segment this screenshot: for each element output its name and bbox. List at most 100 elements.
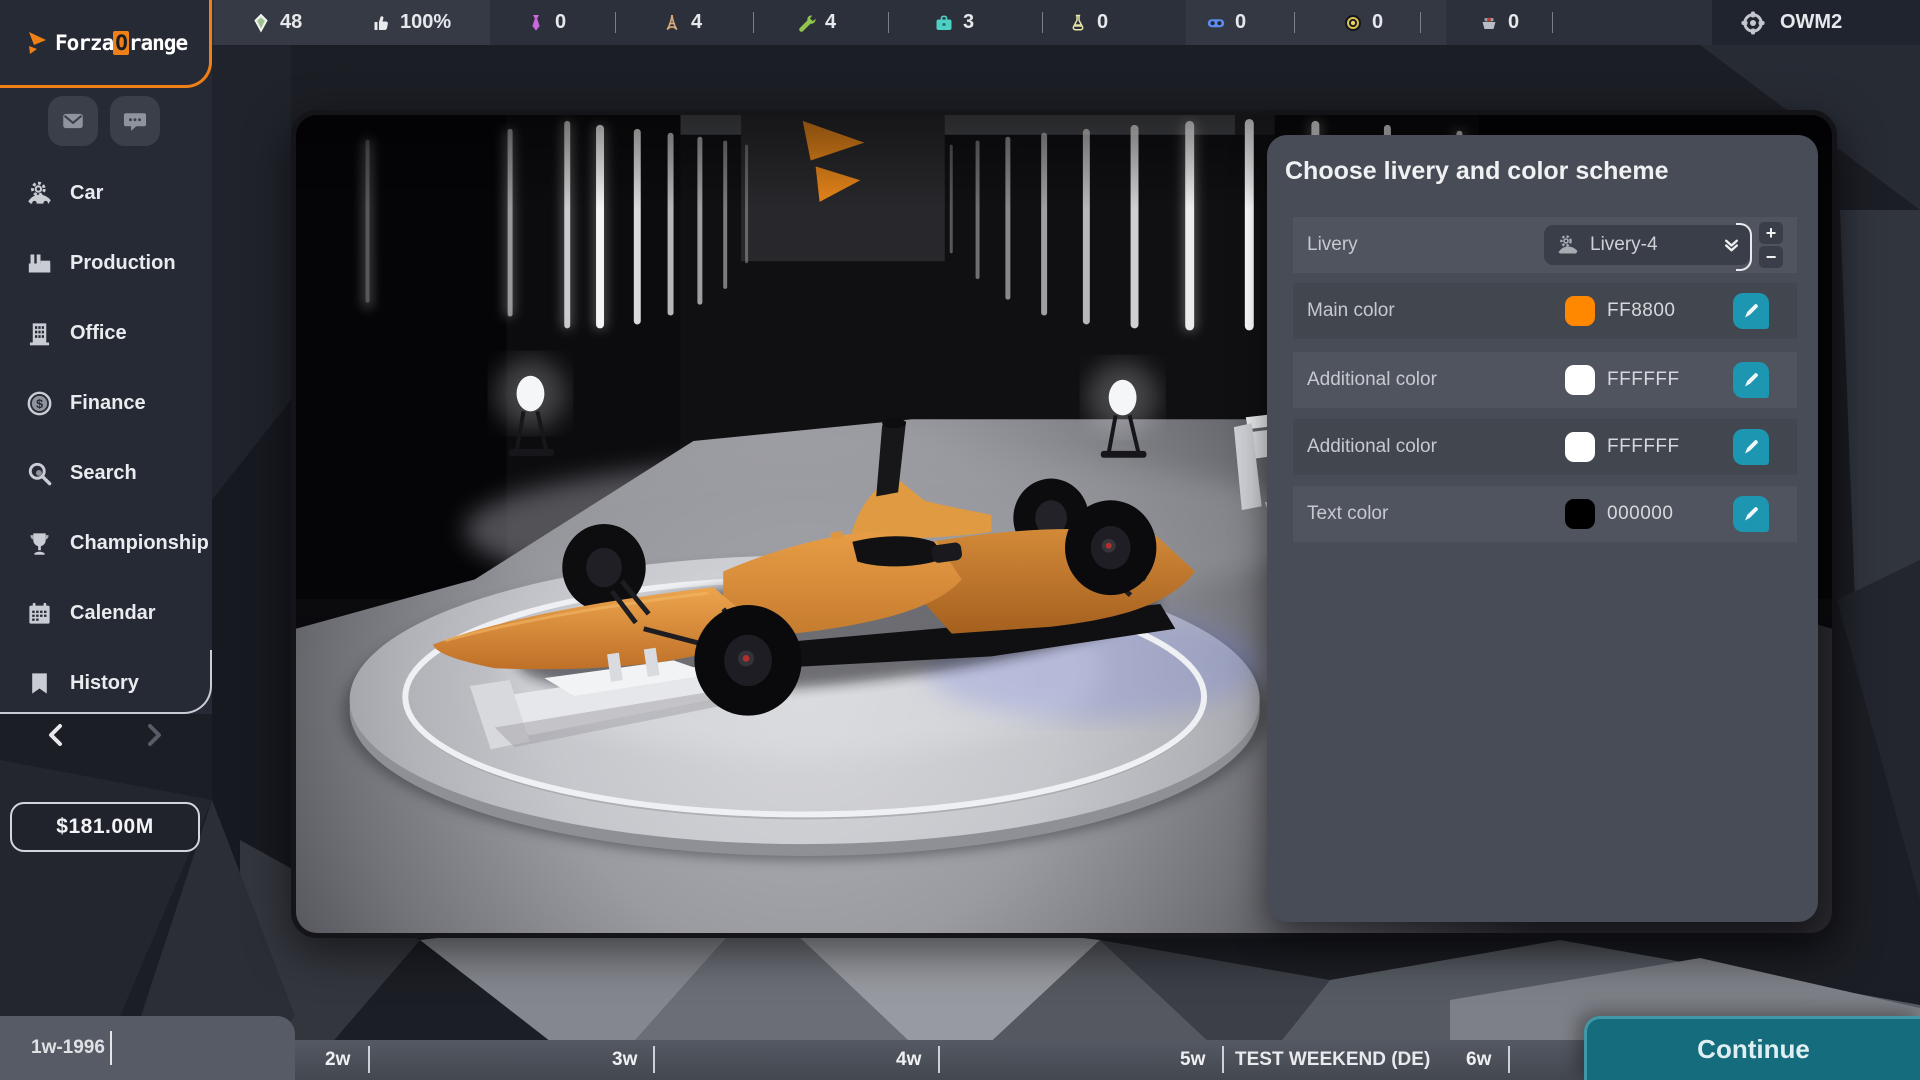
stat-engineers: 4 [662, 0, 702, 45]
color-hex-value: FFFFFF [1607, 369, 1680, 390]
sidebar-item-finance[interactable]: $ Finance [0, 368, 212, 438]
car-gear-icon [1556, 233, 1580, 257]
week-label: 3w [612, 1049, 638, 1070]
stat-value: 4 [691, 11, 703, 33]
sidebar-item-championship[interactable]: Championship [0, 508, 212, 578]
color-hex-value: FFFFFF [1607, 436, 1680, 457]
sidebar-item-label: Championship [70, 531, 209, 554]
mail-button[interactable] [48, 96, 98, 146]
budget-display: $181.00M [10, 802, 200, 852]
stat-value: 100% [400, 11, 452, 33]
chat-icon [122, 108, 148, 134]
tire-icon [1343, 13, 1363, 33]
color-row-additional-1: Additional color FFFFFF [1293, 352, 1797, 408]
stat-value: 0 [1372, 11, 1384, 33]
week-tick [1222, 1046, 1224, 1073]
continue-button[interactable]: Continue [1584, 1016, 1920, 1080]
livery-increase-button[interactable]: + [1759, 222, 1783, 244]
week-label: 6w [1466, 1049, 1492, 1070]
sidebar-item-label: Production [70, 251, 176, 274]
stat-sponsors: 0 [526, 0, 566, 45]
sidebar-item-label: Finance [70, 391, 146, 414]
mail-icon [60, 108, 86, 134]
color-swatch[interactable] [1565, 296, 1595, 326]
svg-text:$: $ [36, 397, 43, 411]
stat-drivers: 0 [1206, 0, 1246, 45]
livery-stepper: + − [1759, 222, 1783, 268]
orange-arrow-icon [26, 30, 48, 56]
sidebar-item-label: Search [70, 461, 137, 484]
row-label: Main color [1307, 300, 1395, 321]
sidebar-nav: Car Production Office $ Finance Search C… [0, 158, 212, 718]
week-tick [1508, 1046, 1510, 1073]
sidebar-item-production[interactable]: Production [0, 228, 212, 298]
stat-separator [1420, 12, 1421, 33]
color-row-text: Text color 000000 [1293, 486, 1797, 542]
edit-color-button[interactable] [1733, 293, 1769, 329]
gem-icon [251, 13, 271, 33]
sidebar-item-car[interactable]: Car [0, 158, 212, 228]
stat-separator [888, 12, 889, 33]
stat-tires: 0 [1343, 0, 1383, 45]
nav-back-button[interactable] [38, 718, 72, 752]
week-tick [368, 1046, 370, 1073]
sidebar-item-label: History [70, 671, 139, 694]
livery-decrease-button[interactable]: − [1759, 246, 1783, 268]
stat-value: 0 [1508, 11, 1520, 33]
sidebar-item-history[interactable]: History [0, 648, 212, 718]
stat-research: 0 [1068, 0, 1108, 45]
stat-gems: 48 [251, 0, 302, 45]
chat-button[interactable] [110, 96, 160, 146]
car-icon [26, 180, 53, 207]
edit-color-button[interactable] [1733, 362, 1769, 398]
thumbs-up-icon [371, 13, 391, 33]
stat-value: 3 [963, 11, 975, 33]
sidebar-item-label: Car [70, 181, 104, 204]
user-profile-button[interactable]: OWM2 [1712, 0, 1920, 45]
week-tick [653, 1046, 655, 1073]
color-row-additional-2: Additional color FFFFFF [1293, 419, 1797, 475]
app-window: 48 100% 0 4 4 3 0 0 0 0 OWM2 ForzaOrange… [0, 0, 1920, 1080]
logo-text: ForzaOrange [55, 30, 188, 55]
sidebar-item-office[interactable]: Office [0, 298, 212, 368]
stat-separator [753, 12, 754, 33]
color-swatch[interactable] [1565, 365, 1595, 395]
stat-value: 0 [1097, 11, 1109, 33]
week-label: 4w [896, 1049, 922, 1070]
stat-value: 4 [825, 11, 837, 33]
stat-mechanics: 4 [796, 0, 836, 45]
sidebar-item-search[interactable]: Search [0, 438, 212, 508]
edit-color-button[interactable] [1733, 496, 1769, 532]
factory-icon [26, 250, 53, 277]
row-label: Livery [1307, 234, 1358, 255]
stat-approval: 100% [371, 0, 451, 45]
sidebar-item-calendar[interactable]: Calendar [0, 578, 212, 648]
stat-value: 0 [1235, 11, 1247, 33]
stat-separator [1552, 12, 1553, 33]
current-week-tick [110, 1031, 112, 1065]
color-swatch[interactable] [1565, 499, 1595, 529]
finance-icon: $ [26, 390, 53, 417]
user-name: OWM2 [1780, 11, 1843, 33]
livery-panel: Choose livery and color scheme Livery Li… [1267, 135, 1818, 922]
office-icon [26, 320, 53, 347]
livery-row: Livery Livery-4 + − [1293, 217, 1797, 273]
app-logo: ForzaOrange [0, 0, 212, 88]
week-label: 5w [1180, 1049, 1206, 1070]
goggles-icon [1206, 13, 1226, 33]
history-icon [26, 670, 53, 697]
message-buttons [48, 96, 160, 146]
color-swatch[interactable] [1565, 432, 1595, 462]
stat-separator [1294, 12, 1295, 33]
stat-separator [1042, 12, 1043, 33]
stat-separator [615, 12, 616, 33]
color-hex-value: 000000 [1607, 503, 1674, 524]
livery-dropdown[interactable]: Livery-4 [1544, 223, 1752, 271]
search-icon [26, 460, 53, 487]
stat-value: 0 [555, 11, 567, 33]
nav-forward-button[interactable] [138, 718, 172, 752]
chevron-double-down-icon [1723, 237, 1740, 254]
week-tick [938, 1046, 940, 1073]
livery-dropdown-value: Livery-4 [1590, 234, 1658, 255]
edit-color-button[interactable] [1733, 429, 1769, 465]
